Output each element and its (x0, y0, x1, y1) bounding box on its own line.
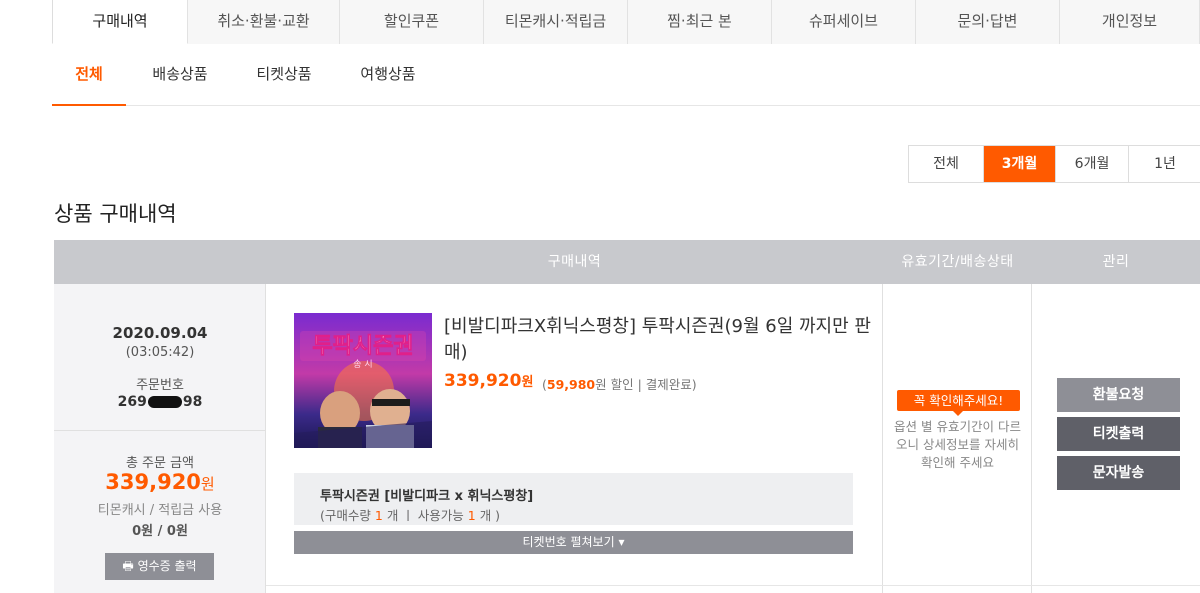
tab-cancel-refund-exchange[interactable]: 취소·환불·교환 (188, 0, 340, 44)
expand-ticket-numbers-button[interactable]: 티켓번호 펼쳐보기 ▾ (294, 531, 853, 554)
discount-amount: 59,980 (546, 377, 596, 392)
tab-cash-points[interactable]: 티몬캐시·적립금 (484, 0, 628, 44)
total-amount-label: 총 주문 금액 (125, 456, 195, 471)
divider (54, 430, 266, 431)
product-image: 투팍시즌권 송 시 (294, 313, 432, 448)
total-amount: 339,920원 (54, 470, 266, 494)
order-time: (03:05:42) (125, 345, 195, 360)
tab-personal-info[interactable]: 개인정보 (1060, 0, 1200, 44)
product-cell: 투팍시즌권 송 시 [비발디파크X휘닉스평창] 투팍시즌권(9월 6일 까지만 … (266, 284, 883, 593)
subtab-delivery[interactable]: 배송상품 (144, 44, 216, 106)
print-icon: 🖶 (122, 559, 134, 573)
check-notice-badge: 꼭 확인해주세요! (897, 390, 1020, 416)
order-date: 2020.09.04 (112, 324, 208, 342)
tab-super-save[interactable]: 슈퍼세이브 (772, 0, 916, 44)
thumbnail-title: 투팍시즌권 (312, 334, 413, 359)
subtab-ticket[interactable]: 티켓상품 (248, 44, 320, 106)
refund-request-button[interactable]: 환불요청 (1057, 378, 1180, 412)
total-amount-value: 339,920 (105, 470, 201, 494)
ticket-summary: 투팍시즌권 [비발디파크 x 휘닉스평창] (구매수량 1 개 ㅣ 사용가능 1… (294, 473, 853, 525)
manage-cell: 환불요청 티켓출력 문자발송 (1032, 284, 1200, 593)
discount-text: 원 할인 | 결제완료) (595, 377, 697, 392)
product-price-unit: 원 (521, 375, 534, 390)
order-number: 269 98 (54, 394, 266, 410)
thumbnail-subtitle: 송 시 (353, 359, 372, 370)
print-receipt-button[interactable]: 🖶 영수증 출력 (105, 553, 214, 580)
print-ticket-button[interactable]: 티켓출력 (1057, 417, 1180, 451)
section-title: 상품 구매내역 (54, 202, 177, 226)
period-3-months-button[interactable]: 3개월 (984, 146, 1056, 182)
cash-points-label: 티몬캐시 / 적립금 사용 (97, 503, 223, 518)
order-number-label: 주문번호 (136, 378, 184, 393)
status-cell: 꼭 확인해주세요! 옵션 별 유효기간이 다르오니 상세정보를 자세히 확인해 … (883, 284, 1032, 593)
product-price-value: 339,920 (444, 371, 522, 391)
product-price: 339,920원 (444, 371, 533, 391)
divider (266, 585, 1200, 586)
ticket-avail: 1 (467, 508, 476, 523)
print-receipt-label: 영수증 출력 (137, 559, 197, 573)
total-amount-unit: 원 (200, 475, 215, 493)
tab-purchase-history[interactable]: 구매내역 (52, 0, 188, 44)
period-1-year-button[interactable]: 1년 (1129, 146, 1200, 182)
ticket-avail-label: 개 ㅣ 사용가능 (386, 508, 464, 523)
ticket-avail-unit: 개 ) (479, 508, 501, 523)
subtab-all[interactable]: 전체 (52, 44, 126, 106)
discount-info: (59,980원 할인 | 결제완료) (542, 374, 697, 393)
period-all-button[interactable]: 전체 (909, 146, 984, 182)
sub-tabs: 전체 배송상품 티켓상품 여행상품 (52, 44, 1200, 106)
ticket-qty-label: (구매수량 (320, 508, 371, 523)
order-number-prefix: 269 (117, 394, 147, 410)
redaction-mark (147, 396, 182, 408)
ticket-name: 투팍시즌권 [비발디파크 x 휘닉스평창] (320, 489, 534, 504)
column-header-status: 유효기간/배송상태 (901, 254, 1014, 270)
subtab-travel[interactable]: 여행상품 (352, 44, 424, 106)
column-header-manage: 관리 (1102, 254, 1130, 270)
top-tabs: 구매내역 취소·환불·교환 할인쿠폰 티몬캐시·적립금 찜·최근 본 슈퍼세이브… (52, 0, 1200, 44)
send-sms-button[interactable]: 문자발송 (1057, 456, 1180, 490)
period-6-months-button[interactable]: 6개월 (1056, 146, 1129, 182)
page: 구매내역 취소·환불·교환 할인쿠폰 티몬캐시·적립금 찜·최근 본 슈퍼세이브… (0, 0, 1200, 593)
tab-discount-coupon[interactable]: 할인쿠폰 (340, 0, 484, 44)
ticket-qty: 1 (374, 508, 383, 523)
order-info-cell: 2020.09.04 (03:05:42) 주문번호 269 98 총 주문 금액… (54, 284, 266, 593)
cash-points-value: 0원 / 0원 (132, 524, 188, 539)
tab-wishlist-recent[interactable]: 찜·최근 본 (628, 0, 772, 44)
period-filter: 전체 3개월 6개월 1년 (908, 145, 1200, 183)
table-header: 구매내역 유효기간/배송상태 관리 (54, 240, 1200, 284)
status-note: 옵션 별 유효기간이 다르오니 상세정보를 자세히 확인해 주세요 (894, 419, 1021, 470)
ticket-quantity-info: (구매수량 1 개 ㅣ 사용가능 1 개 ) (320, 505, 500, 524)
product-thumbnail[interactable]: 투팍시즌권 송 시 (294, 313, 432, 448)
order-number-suffix: 98 (182, 394, 203, 410)
tab-inquiry[interactable]: 문의·답변 (916, 0, 1060, 44)
product-title[interactable]: [비발디파크X휘닉스평창] 투팍시즌권(9월 6일 까지만 판매) (444, 314, 874, 366)
column-header-purchase: 구매내역 (547, 254, 602, 270)
